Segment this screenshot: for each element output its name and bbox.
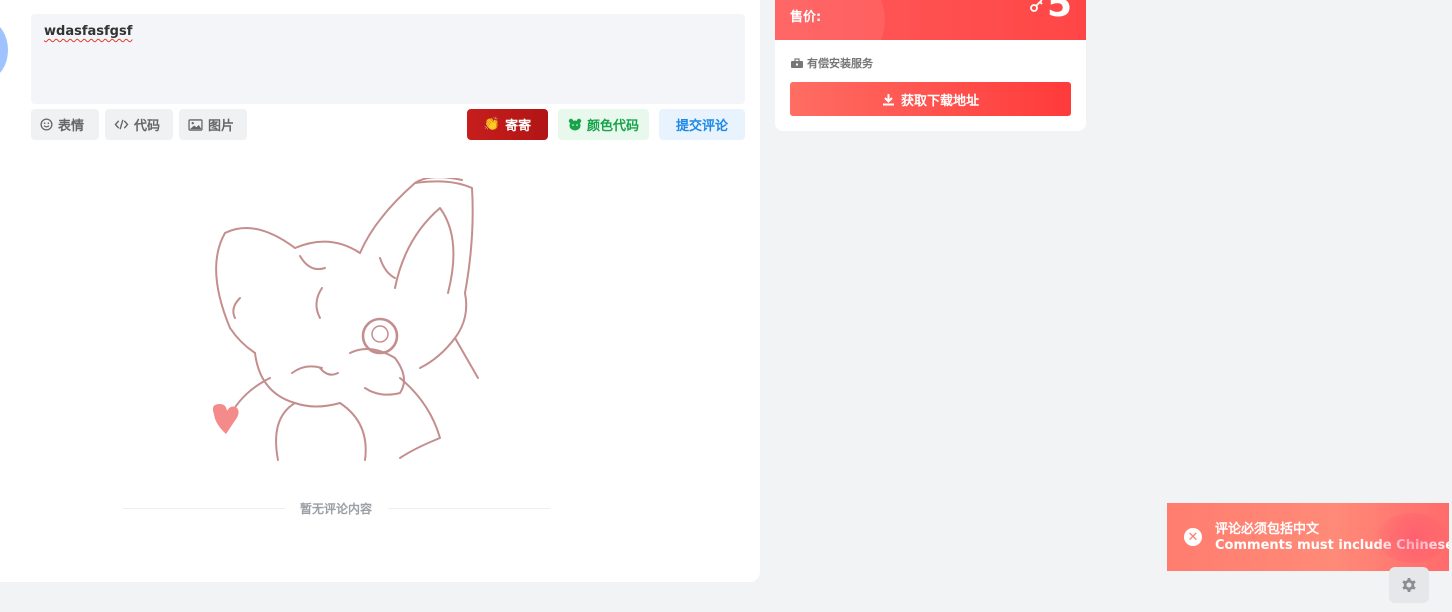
get-download-button[interactable]: 获取下载地址 bbox=[790, 82, 1071, 116]
avatar bbox=[0, 22, 8, 78]
clap-button[interactable]: 👏 寄寄 bbox=[467, 109, 548, 140]
bear-icon bbox=[568, 118, 582, 131]
empty-comments-text: 暂无评论内容 bbox=[299, 502, 372, 516]
divider-left bbox=[123, 508, 285, 509]
image-button[interactable]: 图片 bbox=[179, 109, 247, 140]
price-label: 售价: bbox=[790, 10, 822, 25]
comment-panel: wdasfasfgsf 表情 代码 图片 👏 寄寄 颜色代码 提交评论 暂无评论… bbox=[0, 0, 760, 582]
close-circle-icon[interactable]: ✕ bbox=[1184, 528, 1202, 546]
price-value: 5 bbox=[1047, 0, 1073, 25]
image-label: 图片 bbox=[208, 119, 235, 134]
error-toast: ✕ 评论必须包括中文 Comments must include Chinese bbox=[1167, 503, 1449, 571]
color-code-button[interactable]: 颜色代码 bbox=[558, 109, 649, 140]
divider-right bbox=[388, 508, 550, 509]
service-info: 有偿安装服务 bbox=[790, 55, 873, 71]
code-button[interactable]: 代码 bbox=[105, 109, 173, 140]
submit-comment-button[interactable]: 提交评论 bbox=[659, 109, 745, 140]
toolbox-icon bbox=[791, 57, 803, 68]
comment-text: wdasfasfgsf bbox=[44, 24, 133, 39]
emoji-label: 表情 bbox=[58, 119, 85, 134]
price-header: 售价: 5 bbox=[775, 0, 1086, 40]
code-label: 代码 bbox=[134, 119, 161, 134]
toast-message-en: Comments must include Chinese bbox=[1215, 538, 1449, 553]
cat-illustration bbox=[212, 178, 479, 461]
gear-icon bbox=[1402, 577, 1416, 593]
color-code-label: 颜色代码 bbox=[586, 119, 639, 134]
clap-emoji-icon: 👏 bbox=[483, 117, 501, 132]
download-icon bbox=[882, 93, 894, 105]
service-label: 有偿安装服务 bbox=[807, 57, 873, 70]
submit-comment-label: 提交评论 bbox=[675, 119, 728, 134]
key-icon bbox=[1030, 0, 1043, 12]
download-label: 获取下载地址 bbox=[900, 93, 979, 109]
clap-label: 寄寄 bbox=[505, 119, 532, 134]
smile-icon bbox=[40, 118, 53, 131]
code-icon bbox=[114, 119, 129, 130]
purchase-panel: 售价: 5 有偿安装服务 获取下载地址 bbox=[775, 0, 1086, 131]
settings-button[interactable] bbox=[1389, 567, 1429, 603]
emoji-button[interactable]: 表情 bbox=[31, 109, 99, 140]
toast-message-cn: 评论必须包括中文 bbox=[1215, 522, 1320, 537]
comment-input[interactable]: wdasfasfgsf bbox=[31, 14, 745, 104]
image-icon bbox=[188, 118, 203, 131]
